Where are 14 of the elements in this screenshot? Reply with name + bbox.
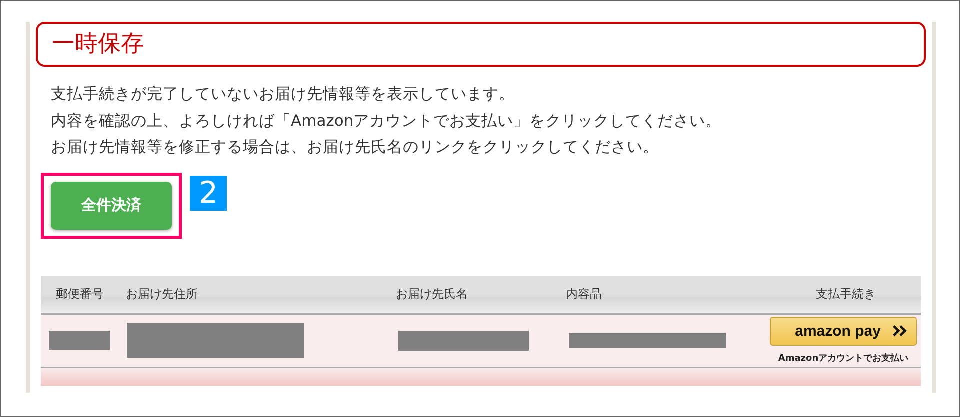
- column-header: 郵便番号: [56, 286, 105, 302]
- column-header: 内容品: [566, 286, 603, 302]
- column-header: お届け先住所: [126, 286, 199, 302]
- payment-caption: Amazonアカウントでお支払い: [778, 352, 909, 364]
- column-header: 支払手続き: [816, 286, 876, 302]
- page-title: 一時保存: [52, 33, 144, 56]
- column-header: お届け先氏名: [396, 286, 469, 302]
- instruction-text: 支払手続きが完了していないお届け先情報等を表示しています。: [51, 84, 516, 105]
- step-badge: 2: [190, 176, 227, 210]
- instruction-text: 内容を確認の上、よろしければ「Amazonアカウントでお支払い」をクリックしてください。: [51, 110, 723, 132]
- redacted-block: [49, 331, 110, 350]
- amazon-pay-button[interactable]: amazon pay: [770, 316, 917, 346]
- double-chevron-icon: [893, 325, 908, 337]
- instruction-text: お届け先情報等を修正する場合は、お届け先氏名のリンクをクリックしてください。: [51, 137, 660, 158]
